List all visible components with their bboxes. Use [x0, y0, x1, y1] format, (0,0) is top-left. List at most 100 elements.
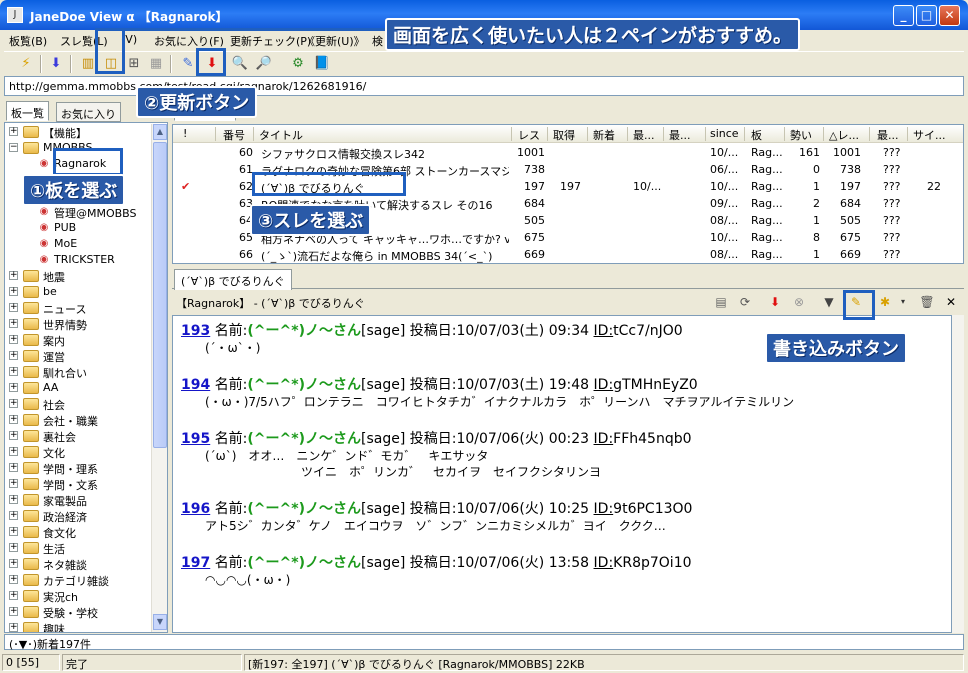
expand-icon[interactable]: +	[9, 383, 18, 392]
expand-icon[interactable]: +	[9, 575, 18, 584]
post-id-label[interactable]: ID:	[594, 377, 614, 393]
expand-icon[interactable]: +	[9, 495, 18, 504]
col-dres[interactable]: △レ...	[829, 127, 859, 143]
scroll-down-icon[interactable]: ▼	[153, 614, 167, 630]
col-got[interactable]: 取得	[553, 127, 575, 143]
scroll-thumb[interactable]	[153, 142, 167, 448]
expand-icon[interactable]: +	[9, 415, 18, 424]
tab-board-list[interactable]: 板一覧	[6, 101, 49, 121]
expand-icon[interactable]: +	[9, 351, 18, 360]
thread-tab-strip: (´∀`)β でびるりんぐ	[172, 267, 964, 290]
expand-icon[interactable]: +	[9, 511, 18, 520]
post-mail: [sage]	[361, 377, 406, 393]
expand-icon[interactable]: +	[9, 527, 18, 536]
thread-row[interactable]: 66 (´_ゝ`)流石だよな俺ら in MMOBBS 34(´<_`) 669 …	[173, 246, 963, 263]
tree-label: 社会	[43, 399, 65, 412]
layout-icon[interactable]: ⊞	[124, 54, 144, 74]
expand-icon[interactable]: +	[9, 607, 18, 616]
lightning-icon[interactable]: ⚡	[16, 54, 36, 74]
stop-icon[interactable]: ⊗	[790, 293, 808, 311]
column-divider	[907, 127, 908, 141]
expand-icon[interactable]: +	[9, 591, 18, 600]
thread-tab[interactable]: (´∀`)β でびるりんぐ	[174, 269, 292, 290]
tree-label: 文化	[43, 447, 65, 460]
columns-icon[interactable]: ▦	[146, 54, 166, 74]
thread-dres: 197	[840, 180, 861, 193]
column-divider	[744, 127, 745, 141]
thread-dres: 1001	[833, 146, 861, 159]
post-id-label[interactable]: ID:	[594, 501, 614, 517]
expand-icon[interactable]: +	[9, 271, 18, 280]
post-number-link[interactable]: 197	[181, 555, 210, 571]
tree-scrollbar[interactable]: ▲ ▼	[151, 124, 167, 632]
folder-icon	[23, 478, 39, 490]
post-id-label[interactable]: ID:	[594, 323, 614, 339]
filter-icon[interactable]: ▼	[820, 293, 838, 311]
col-last2[interactable]: 最...	[669, 127, 691, 143]
column-divider	[215, 127, 216, 141]
tree-label: 実況ch	[43, 591, 79, 604]
annotation-line	[95, 28, 385, 37]
tab-favorites[interactable]: お気に入り	[56, 102, 121, 122]
post-id-label[interactable]: ID:	[594, 431, 614, 447]
highlight-icon[interactable]: ✱	[876, 293, 894, 311]
dropdown-arrow-icon[interactable]: ▾	[894, 293, 912, 311]
search-folder-icon[interactable]: 🔍	[230, 54, 250, 74]
viewer-scrollbar[interactable]	[952, 315, 964, 633]
expand-icon[interactable]: +	[9, 623, 18, 632]
refresh-icon[interactable]: ⟳	[736, 293, 754, 311]
thread-row[interactable]: 60 シファサクロス情報交換スレ342 1001 10/... Rag... 1…	[173, 144, 963, 161]
post-id-label[interactable]: ID:	[594, 555, 614, 571]
expand-icon[interactable]: +	[9, 127, 18, 136]
expand-icon[interactable]: +	[9, 319, 18, 328]
expand-icon[interactable]: +	[9, 335, 18, 344]
search-icon[interactable]: 🔎	[254, 54, 274, 74]
post-number-link[interactable]: 193	[181, 323, 210, 339]
col-last3[interactable]: 最...	[877, 127, 899, 143]
col-size[interactable]: サイ...	[913, 127, 946, 143]
close-button[interactable]: ✕	[939, 5, 960, 26]
col-since[interactable]: since	[710, 127, 739, 140]
pencil-icon[interactable]: ✎	[178, 54, 198, 74]
expand-icon[interactable]: +	[9, 431, 18, 440]
col-number[interactable]: 番号	[223, 127, 245, 143]
maximize-button[interactable]: □	[916, 5, 937, 26]
expand-icon[interactable]: +	[9, 479, 18, 488]
thread-res: 669	[524, 248, 545, 261]
minimize-button[interactable]: _	[893, 5, 914, 26]
document-icon[interactable]: ▤	[712, 293, 730, 311]
close-tab-icon[interactable]: ✕	[942, 293, 960, 311]
thread-board: Rag...	[751, 214, 783, 227]
expand-icon[interactable]: +	[9, 399, 18, 408]
folder-icon	[23, 286, 39, 298]
col-board[interactable]: 板	[751, 127, 762, 143]
expand-icon[interactable]: +	[9, 367, 18, 376]
book-icon[interactable]: 📘	[312, 54, 332, 74]
thread-last3: ???	[883, 231, 901, 244]
col-last[interactable]: 最...	[633, 127, 655, 143]
trash-icon[interactable]: 🗑	[918, 293, 936, 311]
col-mark[interactable]: !	[183, 127, 187, 140]
scroll-up-icon[interactable]: ▲	[153, 124, 167, 140]
expand-icon[interactable]: +	[9, 543, 18, 552]
collapse-icon[interactable]: −	[9, 143, 18, 152]
col-speed[interactable]: 勢い	[790, 127, 812, 143]
col-title[interactable]: タイトル	[259, 127, 303, 143]
settings-icon[interactable]: ⚙	[288, 54, 308, 74]
download-arrow-icon[interactable]: ⬇	[46, 54, 66, 74]
col-res[interactable]: レス	[518, 127, 540, 143]
tree-label: 家電製品	[43, 495, 87, 508]
expand-icon[interactable]: +	[9, 463, 18, 472]
expand-icon[interactable]: +	[9, 287, 18, 296]
col-new[interactable]: 新着	[593, 127, 615, 143]
expand-icon[interactable]: +	[9, 559, 18, 568]
folder-icon	[23, 574, 39, 586]
post-number-link[interactable]: 195	[181, 431, 210, 447]
post-number-link[interactable]: 196	[181, 501, 210, 517]
post-number-link[interactable]: 194	[181, 377, 210, 393]
menu-board[interactable]: 板覧(B)	[9, 33, 47, 49]
expand-icon[interactable]: +	[9, 447, 18, 456]
down-arrow-icon[interactable]: ⬇	[766, 293, 784, 311]
expand-icon[interactable]: +	[9, 303, 18, 312]
board-icon: ◉	[39, 222, 49, 233]
